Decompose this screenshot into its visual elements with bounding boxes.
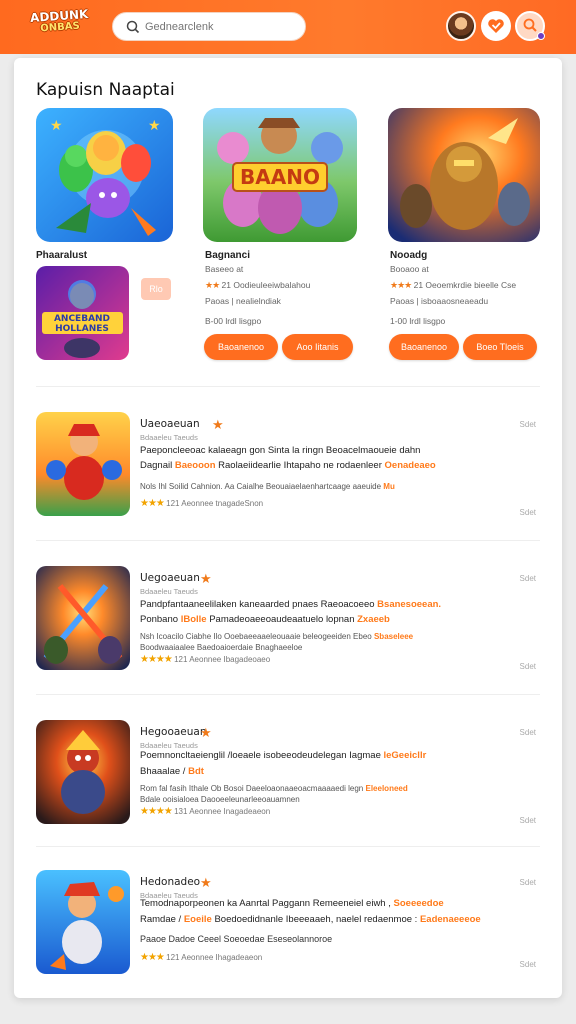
description-line-2: Ponbano lBolle Pamadeoaeeoaudeaatuelo lo… [140, 614, 390, 625]
featured-play-button-2[interactable]: Baoanenoo [204, 334, 278, 360]
svg-text:HOLLANES: HOLLANES [55, 324, 109, 334]
featured-game-image-2[interactable]: BAANO [203, 108, 357, 242]
star-icons: ★★ [205, 280, 220, 290]
search-icon [126, 20, 140, 34]
featured-line4-3: 1-00 lrdl lisgpo [390, 316, 446, 326]
game-title[interactable]: Uegoaeuan [140, 572, 200, 584]
featured-game-image-small[interactable]: ANCEBAND HOLLANES [36, 266, 129, 360]
star-badge-icon: ★ [200, 725, 212, 740]
star-badge-icon: ★ [200, 875, 212, 890]
featured-line3-2: Paoas | nealielndiak [205, 296, 281, 306]
timestamp: Sdet [519, 574, 536, 583]
favorites-button[interactable] [481, 11, 511, 41]
description-line-2: Bhaaalae / Bdt [140, 766, 204, 777]
featured-info-button-3[interactable]: Boeo Tloeis [463, 334, 537, 360]
featured-rating-2: ★★ 21 Oodieuleeiwbalahou [205, 280, 311, 290]
game-art-small: ANCEBAND HOLLANES [36, 266, 129, 360]
game-subtitle: Bdaaeleu Taeuds [140, 433, 198, 442]
content-card: Kapuisn Naaptai ★ ★ Phaaralust ANCEBAND … [14, 58, 562, 998]
featured-game-image-1[interactable]: ★ ★ [36, 108, 173, 242]
description-line-1: Pandpfantaaneelilaken kaneaarded pnaes R… [140, 599, 442, 610]
featured-sub-3: Booaoo at [390, 264, 429, 274]
list-item[interactable]: Hedonadeo ★ Bdaaeleu Taeuds Sdet Temodna… [14, 870, 562, 1010]
timestamp-bottom: Sdet [519, 508, 536, 517]
rating-row: ★★★ 121 Aeonnee Ihagadeaeon [140, 952, 263, 963]
game-title[interactable]: Uaeoaeuan [140, 418, 200, 430]
notification-dot [537, 32, 545, 40]
svg-text:★: ★ [148, 118, 161, 134]
game-title[interactable]: Hedonadeo [140, 876, 200, 888]
timestamp-bottom: Sdet [519, 960, 536, 969]
rating-row: ★★★★ 131 Aeonnee Inagadeaeon [140, 806, 271, 817]
top-bar: ADDUNK ONBAS [0, 0, 576, 54]
divider [36, 386, 540, 387]
featured-line4-2: B-00 lrdl lisgpo [205, 316, 262, 326]
featured-rating-3: ★★★ 21 Oeoemkrdie bieelle Cse [390, 280, 517, 290]
game-thumbnail[interactable] [36, 566, 130, 670]
description-line-3: Nsh Icoacilo Ciabhe Ilo Ooebaeeaaeleouaa… [140, 632, 414, 641]
game-art-1: ★ ★ [36, 108, 173, 242]
star-badge-icon: ★ [200, 571, 212, 586]
game-thumbnail[interactable] [36, 720, 130, 824]
timestamp: Sdet [519, 878, 536, 887]
description-line-3: Rom fal fasih Ithale Ob Bosoi Daeeloaona… [140, 784, 408, 793]
featured-play-button-3[interactable]: Baoanenoo [389, 334, 459, 360]
timestamp-bottom: Sdet [519, 662, 536, 671]
rating-row: ★★★ 121 Aeonnee tnagadeSnon [140, 498, 264, 509]
divider [36, 694, 540, 695]
featured-info-button-2[interactable]: Aoo Iitanis [282, 334, 353, 360]
timestamp-bottom: Sdet [519, 816, 536, 825]
app-logo[interactable]: ADDUNK ONBAS [27, 7, 93, 46]
divider [36, 540, 540, 541]
heart-icon [488, 19, 504, 33]
game-art-3 [388, 108, 540, 242]
star-icons: ★★★ [140, 498, 165, 509]
game-thumbnail[interactable] [36, 870, 130, 974]
featured-game-image-3[interactable] [388, 108, 540, 242]
tag-chip[interactable]: Rlo [141, 278, 171, 300]
star-icons: ★★★ [140, 952, 165, 963]
game-subtitle: Bdaaeleu Taeuds [140, 587, 198, 596]
svg-text:ANCEBAND: ANCEBAND [54, 314, 110, 324]
game-thumbnail[interactable] [36, 412, 130, 516]
rating-row: ★★★★ 121 Aeonnee Ibagadeoaeo [140, 654, 271, 665]
search-input[interactable] [145, 17, 295, 37]
description-line-2: Ramdae / Eoeile Boedoedidnanle Ibeeeaaeh… [140, 914, 481, 925]
game-title[interactable]: Hegooaeuan [140, 726, 207, 738]
profile-search-button[interactable] [515, 11, 545, 41]
divider [36, 846, 540, 847]
description-line-1: Temodnaporpeonen ka Aanrtal Paggann Reme… [140, 898, 444, 909]
featured-name-1: Phaaralust [36, 250, 88, 261]
featured-sub-2: Baseeo at [205, 264, 244, 274]
featured-line3-3: Paoas | isboaaosneaeadu [390, 296, 489, 306]
featured-name-2: Bagnanci [205, 250, 251, 261]
description-line-1: Poemnoncltaeienglil /loeaele isobeeodeud… [140, 750, 427, 761]
section-title: Kapuisn Naaptai [36, 80, 175, 100]
star-badge-icon: ★ [212, 417, 224, 432]
game-art-2: BAANO [203, 108, 357, 242]
timestamp: Sdet [519, 728, 536, 737]
star-icons: ★★★ [390, 280, 412, 290]
description-line-4: Boodwaaiaalee Baedoaioerdaie Bnaghaeeloe [140, 643, 303, 652]
featured-name-3: Nooadg [390, 250, 428, 261]
game-subtitle: Bdaaeleu Taeuds [140, 741, 198, 750]
description-line-1: Paeponcleeoac kalaeagn gon Sinta la ring… [140, 445, 421, 456]
timestamp: Sdet [519, 420, 536, 429]
star-icons: ★★★★ [140, 654, 173, 665]
list-item[interactable]: Uaeoaeuan ★ Bdaaeleu Taeuds Sdet Paeponc… [14, 412, 562, 552]
star-icons: ★★★★ [140, 806, 173, 817]
description-line-2: Dagnail Baeooon Raolaeiidearlie Ihtapaho… [140, 460, 436, 471]
search-bar[interactable] [112, 12, 306, 41]
description-line-3: Nols Ihl Soilid Cahnion. Aa Caialhe Beou… [140, 482, 395, 491]
svg-text:★: ★ [50, 118, 63, 134]
list-item[interactable]: Uegoaeuan ★ Bdaaeleu Taeuds Sdet Pandpfa… [14, 566, 562, 706]
description-line-3: Paaoe Dadoe Ceeel Soeoedae Eseseolannoro… [140, 934, 333, 944]
art-title: BAANO [240, 165, 320, 189]
list-item[interactable]: Hegooaeuan ★ Bdaaeleu Taeuds Sdet Poemno… [14, 720, 562, 860]
avatar[interactable] [446, 11, 476, 41]
description-line-4: Bdale ooisialoea Daooeeleunarleeoauamnen [140, 795, 300, 804]
